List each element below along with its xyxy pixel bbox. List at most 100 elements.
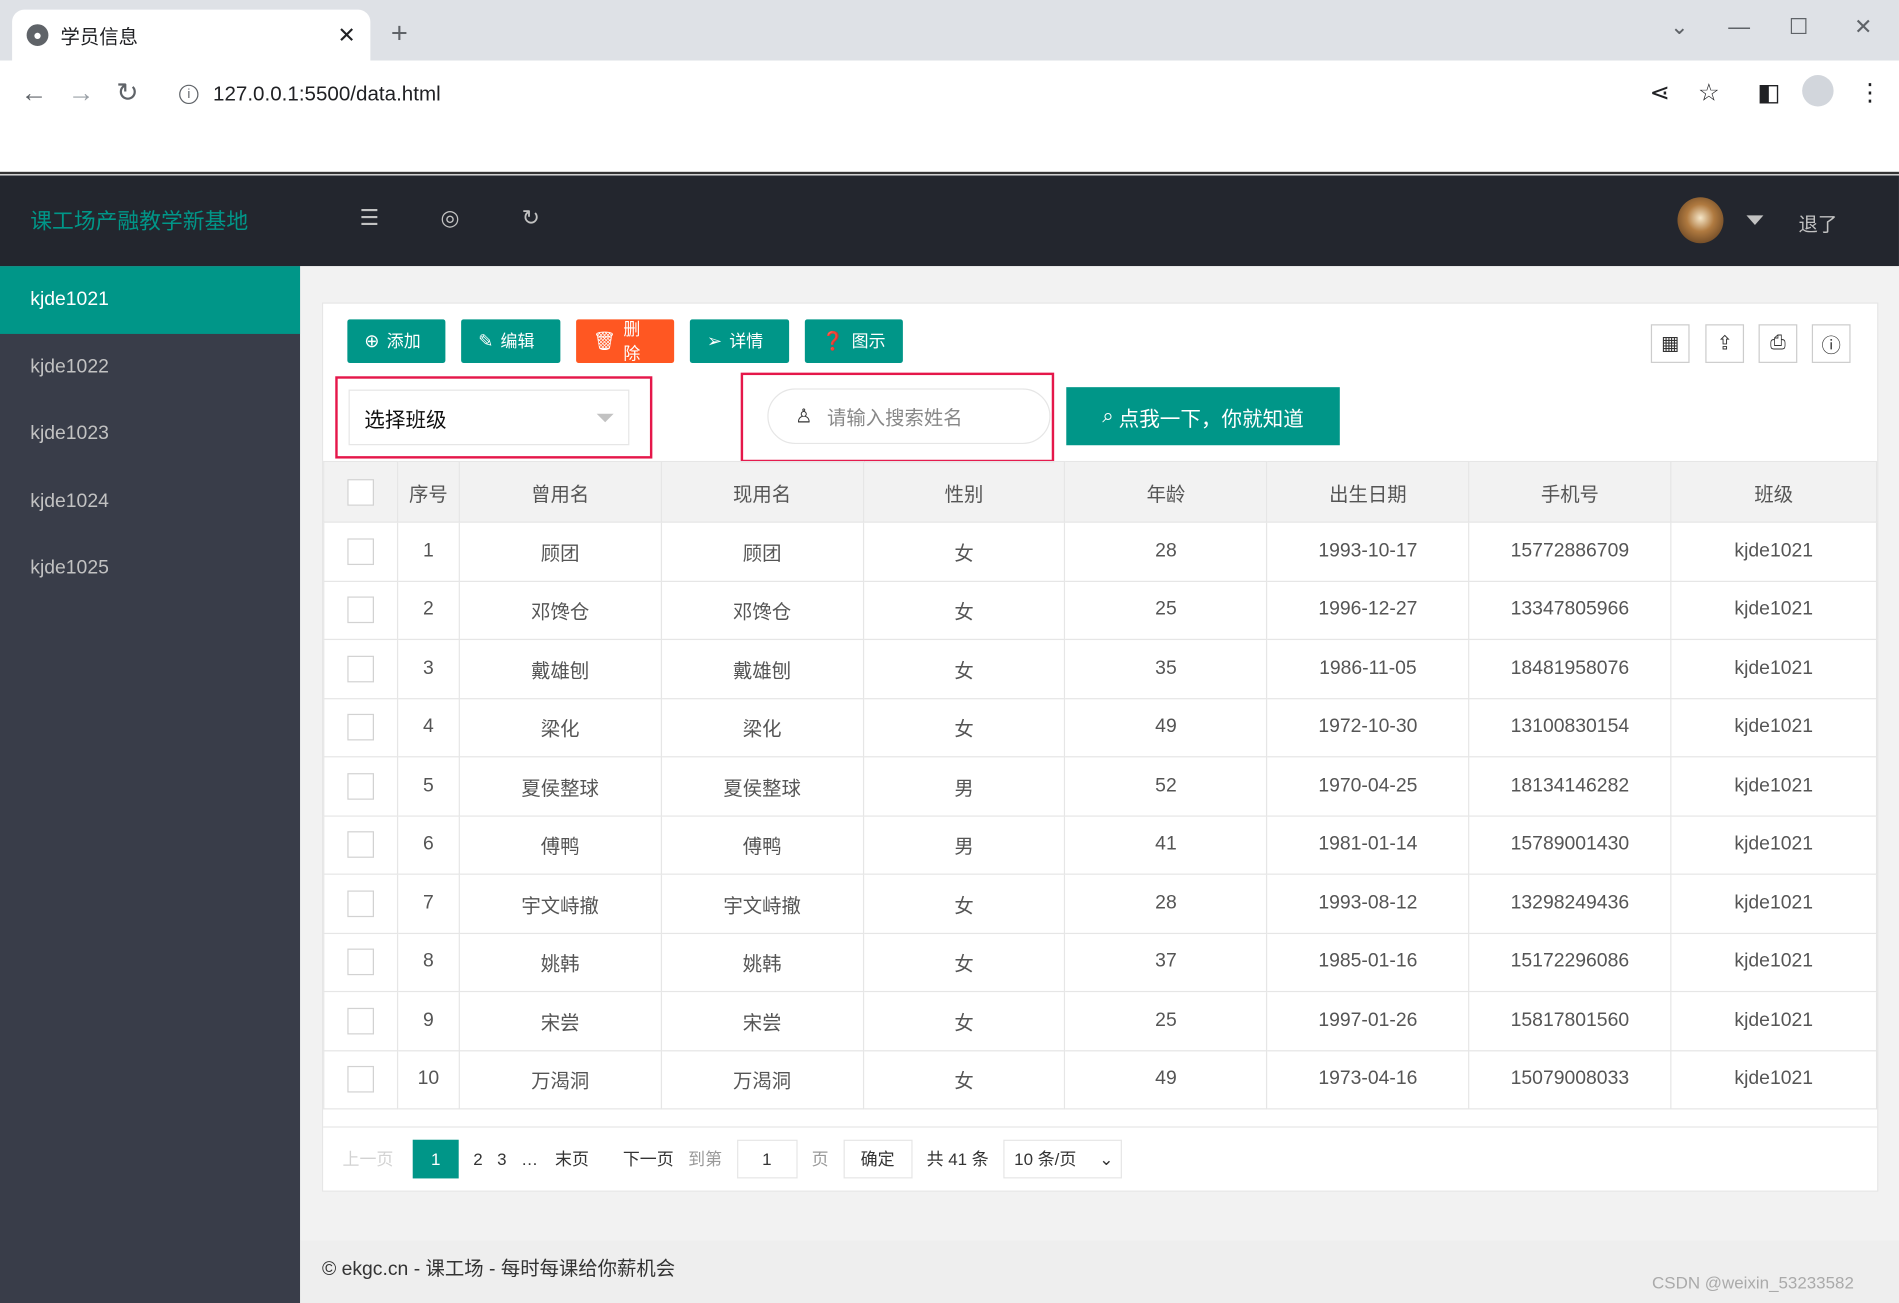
window-close-icon[interactable]: ✕	[1854, 15, 1872, 40]
tab-search-chevron-icon[interactable]: ⌄	[1670, 15, 1688, 40]
search-name-input[interactable]: ♙ 请输入搜索姓名	[767, 388, 1051, 445]
table-cell: 邓馋仓	[458, 580, 662, 641]
page-size-select[interactable]: 10 条/页 ⌄	[1003, 1139, 1122, 1179]
last-page-button[interactable]: 末页	[555, 1147, 589, 1171]
table-row[interactable]: 9 宋尝 宋尝女 25 1997-01-26 15817801560 kjde1021	[323, 990, 1878, 1051]
table-cell: kjde1021	[1670, 521, 1878, 582]
user-dropdown-caret-icon[interactable]	[1746, 215, 1764, 226]
new-tab-icon[interactable]: +	[391, 17, 408, 51]
table-cell: 姚韩	[458, 932, 662, 993]
site-info-icon[interactable]: i	[179, 84, 199, 105]
table-cell: 1986-11-05	[1266, 638, 1470, 699]
column-header[interactable]: 班级	[1670, 460, 1878, 523]
column-filter-icon[interactable]: ▦	[1650, 324, 1690, 363]
table-row[interactable]: 3 戴雄刨 戴雄刨女 35 1986-11-05 18481958076 kjde1021	[323, 638, 1878, 699]
sidebar-item-kjde1021[interactable]: kjde1021	[0, 266, 301, 334]
table-cell: 宇文峙撤	[458, 873, 662, 934]
globe-favicon-icon: ●	[26, 24, 49, 46]
table-cell: 1993-08-12	[1266, 873, 1470, 934]
chart-button[interactable]: ❓ 图示	[804, 319, 903, 363]
column-header[interactable]: 现用名	[660, 460, 864, 523]
export-icon[interactable]: ⇪	[1705, 324, 1745, 363]
table-cell: kjde1021	[1670, 580, 1878, 641]
search-button[interactable]: ⌕ 点我一下，你就知道	[1066, 387, 1340, 446]
table-row[interactable]: 6 傅鸭 傅鸭男 41 1981-01-14 15789001430 kjde1021	[323, 814, 1878, 875]
page-2-button[interactable]: 2	[473, 1149, 482, 1168]
column-header[interactable]: 年龄	[1064, 460, 1268, 523]
chevron-down-icon: ⌄	[1099, 1148, 1114, 1169]
next-page-button[interactable]: 下一页	[623, 1147, 674, 1171]
browser-tab[interactable]: ● 学员信息 ✕	[12, 9, 371, 61]
row-checkbox[interactable]	[347, 890, 374, 917]
table-row[interactable]: 1 顾团 顾团女 28 1993-10-17 15772886709 kjde1021	[323, 521, 1878, 582]
row-checkbox[interactable]	[347, 714, 374, 741]
table-row[interactable]: 8 姚韩 姚韩女 37 1985-01-16 15172296086 kjde1021	[323, 932, 1878, 993]
column-header[interactable]: 曾用名	[458, 460, 662, 523]
row-checkbox[interactable]	[347, 831, 374, 859]
sidebar-item-kjde1022[interactable]: kjde1022	[0, 333, 300, 400]
delete-button[interactable]: 🗑 删除	[576, 319, 675, 363]
prev-page-button[interactable]: 上一页	[343, 1147, 394, 1171]
send-icon: ➢	[706, 331, 723, 353]
browser-toolbar: ← → ↻ i 127.0.0.1:5500/data.html ⋖ ☆ ◧ ⋮	[0, 60, 1899, 129]
globe-icon[interactable]: ◎	[441, 206, 460, 231]
brand-title[interactable]: 课工场产融教学新基地	[30, 204, 248, 235]
user-avatar[interactable]	[1677, 197, 1724, 244]
table-row[interactable]: 2 邓馋仓 邓馋仓女 25 1996-12-27 13347805966 kjde1021	[323, 580, 1878, 641]
address-bar[interactable]: i 127.0.0.1:5500/data.html	[167, 74, 1631, 115]
back-icon[interactable]: ←	[21, 77, 48, 108]
column-header[interactable]: 出生日期	[1266, 460, 1470, 523]
table-cell: 1996-12-27	[1266, 580, 1470, 641]
info-icon[interactable]: ⓘ	[1811, 324, 1851, 363]
row-checkbox[interactable]	[347, 655, 374, 683]
reload-icon[interactable]: ↻	[116, 77, 138, 108]
bookmark-star-icon[interactable]: ☆	[1698, 77, 1720, 107]
forward-icon[interactable]: →	[68, 77, 95, 108]
side-panel-icon[interactable]: ◧	[1757, 77, 1780, 107]
row-checkbox[interactable]	[347, 596, 374, 624]
column-header[interactable]: 手机号	[1468, 460, 1672, 523]
detail-button[interactable]: ➢ 详情	[689, 319, 790, 363]
class-select[interactable]: 选择班级	[348, 389, 630, 446]
goto-page-input[interactable]: 1	[736, 1139, 798, 1179]
table-body: 1 顾团 顾团女 28 1993-10-17 15772886709 kjde1021 2 邓馋…	[323, 521, 1878, 1110]
browser-menu-icon[interactable]: ⋮	[1858, 77, 1882, 107]
row-checkbox[interactable]	[347, 948, 374, 976]
collapse-menu-icon[interactable]: ☰	[359, 206, 379, 231]
row-checkbox[interactable]	[347, 1007, 374, 1035]
page-1-button[interactable]: 1	[412, 1139, 459, 1179]
add-button[interactable]: ⊕ 添加	[347, 319, 446, 363]
table-cell: 女	[862, 873, 1066, 934]
column-header[interactable]: 性别	[862, 460, 1066, 523]
table-row[interactable]: 4 梁化 梁化女 49 1972-10-30 13100830154 kjde1021	[323, 697, 1878, 758]
goto-confirm-button[interactable]: 确定	[843, 1139, 913, 1179]
print-icon[interactable]: ⎙	[1758, 324, 1798, 363]
close-tab-icon[interactable]: ✕	[338, 22, 356, 47]
row-checkbox[interactable]	[347, 1066, 374, 1093]
edit-button[interactable]: ✎ 编辑	[461, 319, 561, 363]
logout-link[interactable]: 退了	[1799, 208, 1838, 237]
page-3-button[interactable]: 3	[497, 1149, 506, 1168]
row-checkbox[interactable]	[347, 772, 374, 800]
row-select-cell	[323, 873, 399, 934]
profile-icon[interactable]	[1802, 75, 1834, 107]
select-all-checkbox[interactable]	[347, 478, 374, 506]
sidebar-item-kjde1023[interactable]: kjde1023	[0, 400, 300, 467]
sidebar-item-kjde1025[interactable]: kjde1025	[0, 535, 300, 602]
add-label: 添加	[386, 331, 421, 351]
table-row[interactable]: 10 万渴洞 万渴洞女 49 1973-04-16 15079008033 kjde1021	[323, 1049, 1878, 1110]
table-cell: 宇文峙撤	[660, 873, 864, 934]
minimize-icon[interactable]: —	[1728, 15, 1750, 40]
detail-label: 详情	[729, 331, 764, 351]
column-header[interactable]: 序号	[396, 460, 460, 523]
share-icon[interactable]: ⋖	[1650, 77, 1670, 107]
footer: © ekgc.cn - 课工场 - 每时每课给你薪机会	[300, 1240, 1899, 1303]
student-table: 序号 曾用名 现用名 性别 年龄 出生日期 手机号 班级 1 顾团 顾团女 28 199…	[323, 460, 1878, 1110]
table-row[interactable]: 5 夏侯整球 夏侯整球男 52 1970-04-25 18134146282 kjde102…	[323, 756, 1878, 817]
sidebar-item-kjde1024[interactable]: kjde1024	[0, 468, 300, 535]
refresh-icon[interactable]: ↻	[522, 206, 540, 231]
search-icon: ⌕	[1102, 404, 1114, 428]
maximize-icon[interactable]: ☐	[1789, 15, 1809, 40]
row-checkbox[interactable]	[347, 538, 374, 565]
table-row[interactable]: 7 宇文峙撤 宇文峙撤女 28 1993-08-12 13298249436 kjde102…	[323, 873, 1878, 934]
